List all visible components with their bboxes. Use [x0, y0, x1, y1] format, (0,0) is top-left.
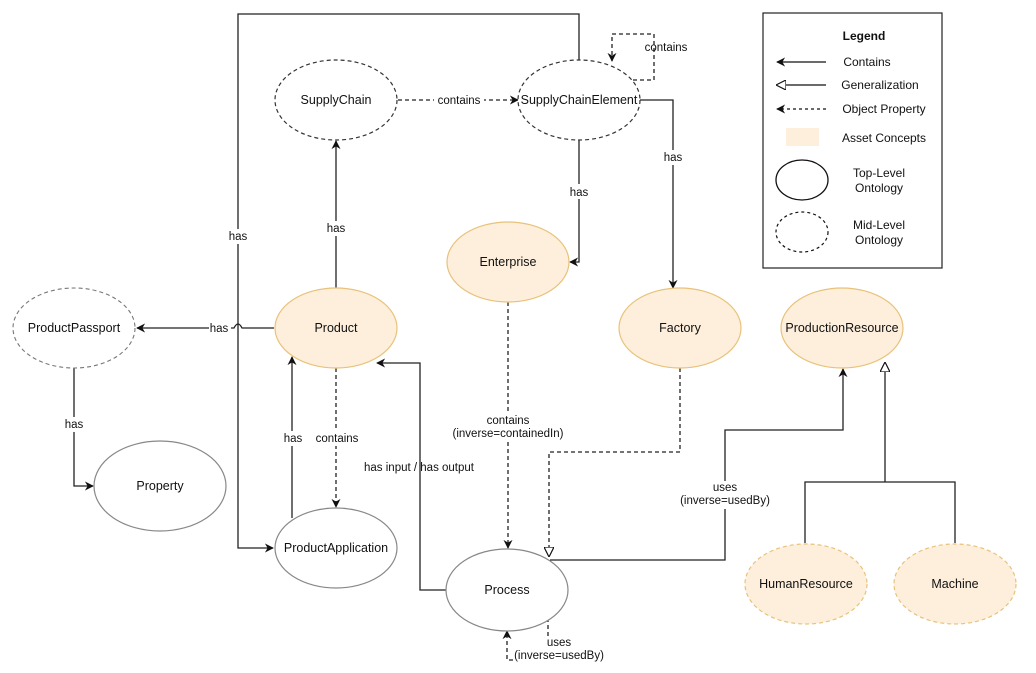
label-productpassport-has-property: has: [65, 419, 84, 431]
ontology-diagram: contains contains has has has has has ha…: [12, 12, 1017, 663]
edge-process-uses-productionresource[interactable]: [550, 368, 848, 561]
edge-product-has-productpassport[interactable]: [136, 323, 274, 333]
legend-label: Generalization: [841, 78, 918, 92]
label-product-contains-productapplication: contains: [316, 433, 359, 445]
node-supplychain[interactable]: SupplyChain: [274, 59, 398, 141]
label-sce-contains-self: contains: [645, 42, 688, 54]
node-property[interactable]: Property: [93, 440, 227, 532]
legend-item-asset-concepts: Asset Concepts: [786, 128, 926, 146]
node-supplychainelement[interactable]: SupplyChainElement: [517, 59, 641, 141]
node-enterprise[interactable]: Enterprise: [446, 221, 570, 303]
label-process-uses-self: uses: [547, 637, 572, 649]
node-humanresource-label: HumanResource: [759, 577, 853, 591]
label-enterprise-contains-process: contains: [487, 415, 530, 427]
legend-label: Object Property: [842, 102, 925, 116]
edge-machine-generalizes-productionresource[interactable]: [885, 481, 956, 543]
legend-label: Mid-Level: [853, 218, 905, 232]
edge-humanresource-generalizes-productionresource[interactable]: [804, 481, 885, 543]
node-process-label: Process: [484, 583, 529, 597]
node-productpassport-label: ProductPassport: [28, 321, 121, 335]
label-process-uses-productionresource-inverse: (inverse=usedBy): [680, 495, 770, 507]
node-property-label: Property: [136, 479, 184, 493]
node-product[interactable]: Product: [274, 287, 398, 369]
label-process-uses-productionresource: uses: [713, 482, 738, 494]
node-enterprise-label: Enterprise: [480, 255, 537, 269]
legend-label-line2: Ontology: [855, 181, 903, 195]
label-product-has-productpassport: has: [210, 323, 229, 335]
node-humanresource[interactable]: HumanResource: [744, 543, 868, 625]
legend: Legend Contains Generalization Object Pr…: [762, 12, 943, 269]
node-productionresource-label: ProductionResource: [785, 321, 898, 335]
node-supplychainelement-label: SupplyChainElement: [521, 93, 638, 107]
node-machine[interactable]: Machine: [893, 543, 1017, 625]
node-productpassport[interactable]: ProductPassport: [12, 287, 136, 369]
node-productionresource[interactable]: ProductionResource: [780, 287, 904, 369]
edge-sce-has-enterprise[interactable]: [569, 140, 580, 267]
legend-title: Legend: [843, 29, 886, 43]
node-supplychain-label: SupplyChain: [301, 93, 372, 107]
node-process[interactable]: Process: [445, 548, 569, 632]
label-supplychain-contains: contains: [438, 95, 481, 107]
dashed-ellipse-icon: [775, 211, 829, 253]
asset-swatch-icon: [786, 128, 819, 146]
node-product-label: Product: [314, 321, 358, 335]
label-product-has-supplychain: has: [327, 223, 346, 235]
node-productapplication-label: ProductApplication: [284, 541, 388, 555]
edge-factory-generalizes-process[interactable]: [549, 368, 681, 556]
legend-label: Top-Level: [853, 166, 905, 180]
legend-label: Asset Concepts: [842, 131, 926, 145]
label-enterprise-contains-process-inverse: (inverse=containedIn): [453, 428, 564, 440]
node-productapplication[interactable]: ProductApplication: [274, 507, 398, 589]
legend-label: Contains: [843, 55, 890, 69]
label-sce-has-factory: has: [664, 152, 683, 164]
label-sce-has-enterprise: has: [570, 187, 589, 199]
node-factory-label: Factory: [659, 321, 701, 335]
edge-sce-has-factory[interactable]: [640, 99, 678, 289]
label-process-io-product: has input / has output: [364, 462, 475, 474]
solid-ellipse-icon: [775, 159, 829, 201]
node-machine-label: Machine: [931, 577, 978, 591]
label-productapplication-has-product: has: [284, 433, 303, 445]
label-process-uses-self-inverse: (inverse=usedBy): [514, 650, 604, 662]
legend-label-line2: Ontology: [855, 233, 903, 247]
node-factory[interactable]: Factory: [618, 287, 742, 369]
label-sce-has-productapplication: has: [229, 231, 248, 243]
